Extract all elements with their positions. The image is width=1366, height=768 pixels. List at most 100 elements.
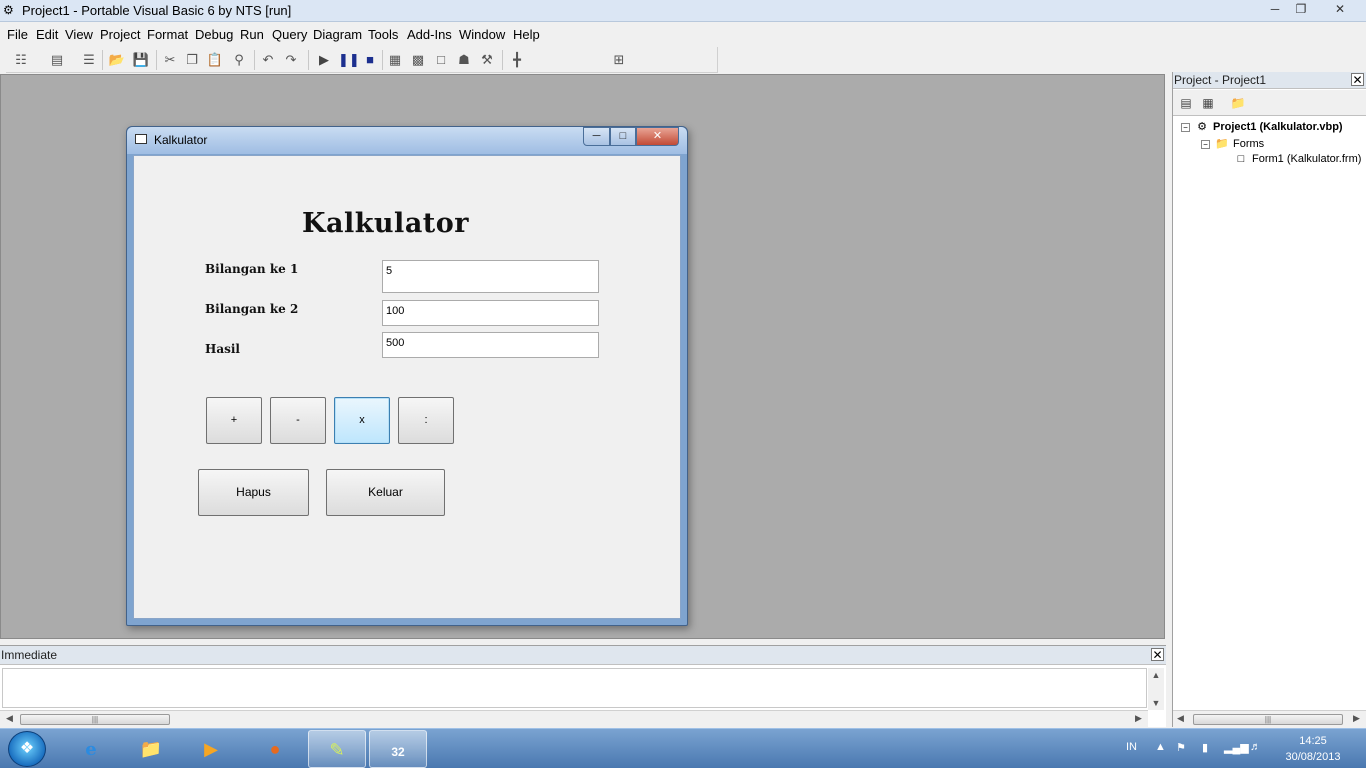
project-panel-header: Project - Project1 ✕ — [1173, 72, 1366, 89]
data-view-icon[interactable]: ╋ — [508, 51, 526, 69]
object-browser-icon[interactable]: ☗ — [455, 51, 473, 69]
immediate-title: Immediate — [1, 648, 58, 662]
view-object-icon[interactable]: ▦ — [1199, 95, 1217, 111]
menu-format[interactable]: Format — [147, 27, 188, 42]
scroll-right-icon[interactable]: ▶ — [1353, 713, 1360, 724]
cut-icon[interactable]: ✂ — [161, 51, 179, 69]
scroll-thumb[interactable]: ||| — [20, 714, 170, 725]
redo-icon[interactable]: ↷ — [282, 51, 300, 69]
clock-time: 14:25 — [1299, 735, 1327, 747]
folder-icon: 📁 — [1215, 138, 1229, 150]
form-layout-icon[interactable]: □ — [432, 51, 450, 69]
menu-view[interactable]: View — [65, 27, 93, 42]
action-center-flag-icon[interactable]: ⚑ — [1176, 741, 1186, 754]
save-project-icon[interactable]: 💾 — [132, 51, 150, 69]
menu-file[interactable]: File — [7, 27, 28, 42]
find-icon[interactable]: ⚲ — [230, 51, 248, 69]
hapus-button[interactable]: Hapus — [198, 469, 309, 516]
keluar-button[interactable]: Keluar — [326, 469, 445, 516]
properties-window-icon[interactable]: ▩ — [409, 51, 427, 69]
tree-item-forms-folder[interactable]: − 📁 Forms — [1201, 137, 1264, 150]
menu-add-ins[interactable]: Add-Ins — [407, 27, 452, 42]
show-hidden-icons-icon[interactable]: ▲ — [1155, 741, 1166, 753]
form-heading: Kalkulator — [302, 208, 470, 239]
firefox-icon[interactable]: ● — [246, 730, 304, 768]
immediate-hscrollbar[interactable]: ◀ ||| ▶ — [0, 710, 1148, 727]
start-button[interactable]: ❖ — [8, 731, 46, 767]
network-signal-icon[interactable]: ▂▄▆ — [1224, 741, 1249, 754]
scroll-left-icon[interactable]: ◀ — [6, 713, 13, 724]
menu-diagram[interactable]: Diagram — [313, 27, 362, 42]
view-code-icon[interactable]: ▤ — [1177, 95, 1195, 111]
position-readout-icon: ⊞ — [613, 52, 625, 67]
minimize-button[interactable]: ─ — [1262, 0, 1288, 18]
menu-editor-icon[interactable]: ☰ — [80, 51, 98, 69]
menu-bar: File Edit View Project Format Debug Run … — [0, 23, 1366, 45]
immediate-input-area[interactable] — [2, 668, 1147, 708]
immediate-vscrollbar[interactable]: ▲ ▼ — [1148, 668, 1164, 710]
immediate-close-button[interactable]: ✕ — [1151, 648, 1164, 661]
input-bilangan-1[interactable]: 5 — [382, 260, 599, 293]
add-button[interactable]: + — [206, 397, 262, 444]
close-button[interactable]: ✕ — [1327, 0, 1353, 18]
menu-window[interactable]: Window — [459, 27, 505, 42]
copy-icon[interactable]: ❐ — [183, 51, 201, 69]
menu-debug[interactable]: Debug — [195, 27, 233, 42]
undo-icon[interactable]: ↶ — [259, 51, 277, 69]
paste-icon[interactable]: 📋 — [206, 51, 224, 69]
add-form-icon[interactable]: ▤ — [48, 51, 66, 69]
menu-edit[interactable]: Edit — [36, 27, 58, 42]
toggle-folders-icon[interactable]: 📁 — [1229, 95, 1247, 111]
project-panel-hscrollbar[interactable]: ◀ ||| ▶ — [1173, 710, 1366, 727]
input-bilangan-2[interactable]: 100 — [382, 300, 599, 326]
form-icon: □ — [1237, 153, 1245, 165]
collapse-icon[interactable]: − — [1181, 122, 1190, 132]
project-explorer-icon[interactable]: ▦ — [386, 51, 404, 69]
scroll-left-icon[interactable]: ◀ — [1177, 713, 1184, 724]
collapse-icon[interactable]: − — [1201, 139, 1210, 149]
label-bilangan-1: Bilangan ke 1 — [205, 262, 299, 276]
project-panel-close-button[interactable]: ✕ — [1351, 73, 1364, 86]
end-icon[interactable]: ■ — [361, 51, 379, 69]
multiply-button[interactable]: x — [334, 397, 390, 444]
tree-item-form1[interactable]: □ Form1 (Kalkulator.frm) — [1233, 153, 1362, 165]
tree-item-project[interactable]: − ⚙ Project1 (Kalkulator.vbp) — [1181, 120, 1343, 133]
scroll-right-icon[interactable]: ▶ — [1135, 713, 1142, 724]
subtract-button[interactable]: - — [270, 397, 326, 444]
divide-button[interactable]: : — [398, 397, 454, 444]
language-indicator[interactable]: IN — [1126, 741, 1137, 753]
start-icon[interactable]: ▶ — [315, 51, 333, 69]
system-clock[interactable]: 14:25 30/08/2013 — [1278, 733, 1348, 765]
form-caption-bar[interactable]: Kalkulator ─ □ ✕ — [127, 127, 687, 154]
menu-help[interactable]: Help — [513, 27, 540, 42]
break-icon[interactable]: ❚❚ — [338, 51, 360, 69]
form-maximize-button[interactable]: □ — [610, 127, 636, 146]
input-hasil[interactable]: 500 — [382, 332, 599, 358]
vb6-icon[interactable]: 32 — [369, 730, 427, 768]
restore-button[interactable]: ❐ — [1288, 0, 1314, 18]
scroll-up-icon[interactable]: ▲ — [1148, 670, 1164, 680]
vb-app-icon[interactable]: ⚙ — [3, 3, 17, 17]
menu-tools[interactable]: Tools — [368, 27, 398, 42]
label-hasil: Hasil — [205, 342, 240, 356]
open-project-icon[interactable]: 📂 — [108, 51, 126, 69]
battery-icon[interactable]: ▮ — [1202, 741, 1208, 754]
scroll-down-icon[interactable]: ▼ — [1148, 698, 1164, 708]
file-explorer-icon[interactable]: 📁 — [122, 730, 180, 768]
scroll-thumb[interactable]: ||| — [1193, 714, 1343, 725]
menu-query[interactable]: Query — [272, 27, 307, 42]
toolbox-icon[interactable]: ⚒ — [478, 51, 496, 69]
menu-project[interactable]: Project — [100, 27, 140, 42]
add-project-icon[interactable]: ☷ — [12, 51, 30, 69]
form-close-button[interactable]: ✕ — [636, 127, 679, 146]
immediate-window: Immediate ✕ ▲ ▼ ◀ ||| ▶ — [0, 645, 1166, 727]
media-player-icon[interactable]: ▶ — [182, 730, 240, 768]
standard-toolbar: ☷ ▤ ☰ 📂 💾 ✂ ❐ 📋 ⚲ ↶ ↷ ▶ ❚❚ ■ ▦ ▩ □ ☗ ⚒ ╋… — [6, 47, 718, 73]
pen-tool-icon[interactable]: ✎ — [308, 730, 366, 768]
kalkulator-form-window[interactable]: Kalkulator ─ □ ✕ Kalkulator Bilangan ke … — [126, 126, 688, 626]
form-window-icon — [135, 134, 147, 144]
menu-run[interactable]: Run — [240, 27, 264, 42]
volume-icon[interactable]: ♬ — [1250, 741, 1261, 753]
form-minimize-button[interactable]: ─ — [583, 127, 610, 146]
internet-explorer-icon[interactable]: e — [62, 730, 120, 768]
